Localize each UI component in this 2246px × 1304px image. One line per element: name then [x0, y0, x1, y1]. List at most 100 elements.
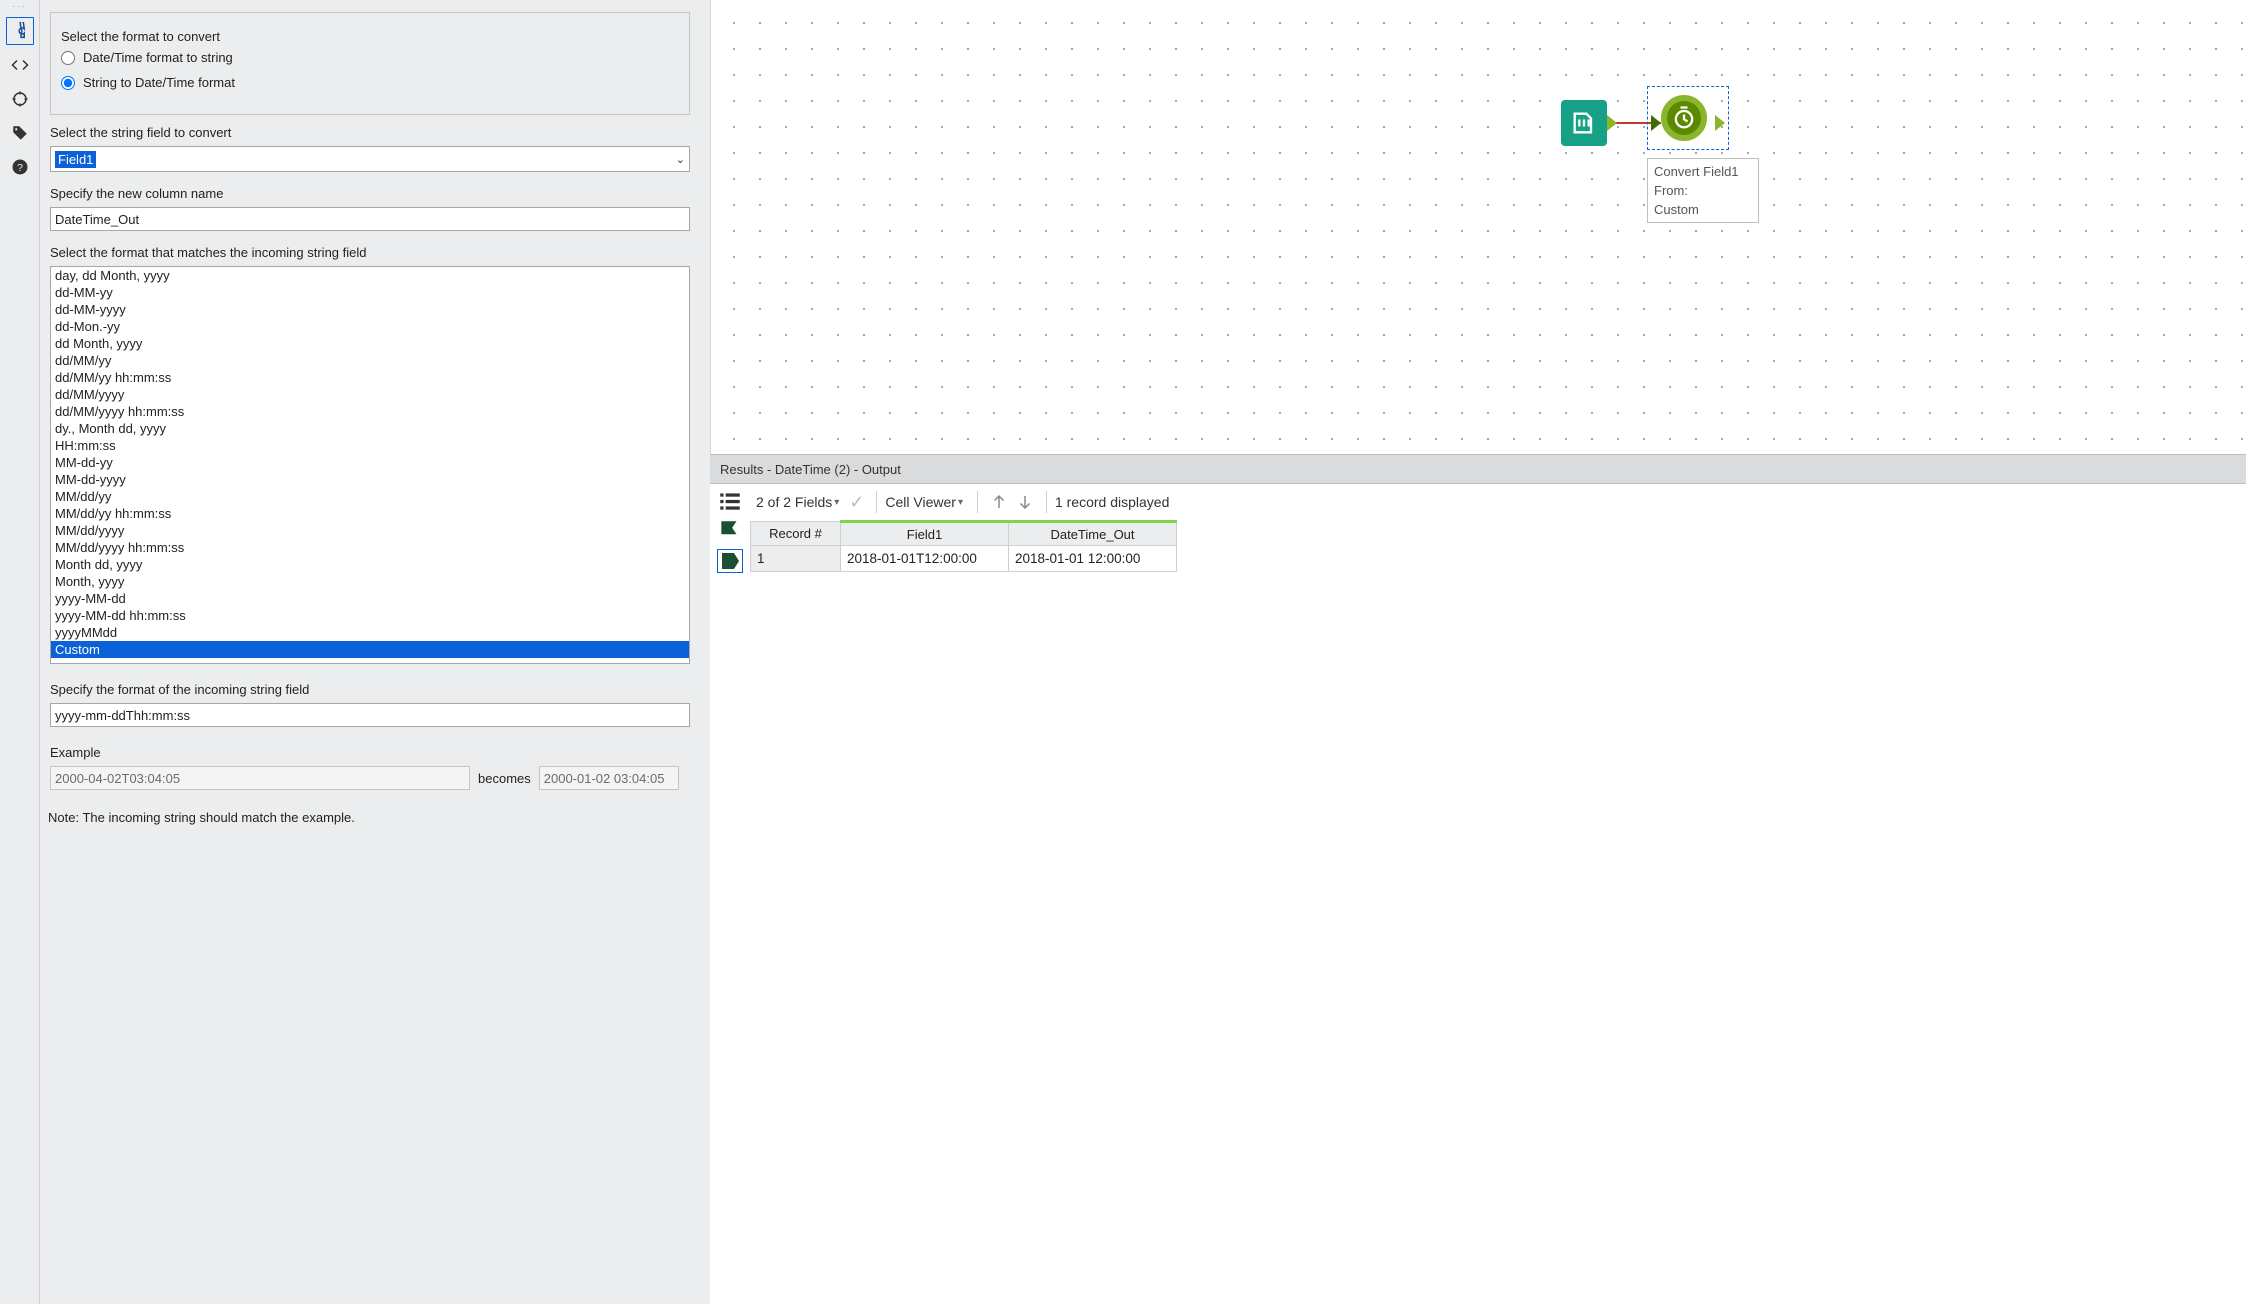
config-sidebar: ··· ? — [0, 0, 40, 1304]
root-layout: ··· ? Select the format to convert — [0, 0, 2246, 1304]
format-option[interactable]: dd/MM/yy hh:mm:ss — [51, 369, 689, 386]
example-input-value: 2000-04-02T03:04:05 — [55, 771, 180, 786]
field-label: Select the string field to convert — [50, 125, 690, 140]
format-option[interactable]: dd/MM/yyyy hh:mm:ss — [51, 403, 689, 420]
tag-icon[interactable] — [6, 119, 34, 147]
sort-desc-icon[interactable] — [1014, 491, 1036, 513]
field-dropdown-value: Field1 — [55, 151, 96, 168]
radio-dt-to-str-label: Date/Time format to string — [83, 50, 233, 65]
results-grid: 2 of 2 Fields ▾ ✓ Cell Viewer ▾ 1 record… — [750, 484, 2246, 1304]
newcol-value: DateTime_Out — [55, 212, 139, 227]
formats-listbox[interactable]: day, dd Month, yyyydd-MM-yydd-MM-yyyydd-… — [50, 266, 690, 664]
format-option[interactable]: MM-dd-yyyy — [51, 471, 689, 488]
results-sidebar — [710, 484, 750, 1304]
note-row: ✓ Note: The incoming string should match… — [50, 808, 690, 826]
becomes-label: becomes — [478, 771, 531, 786]
column-header-field1[interactable]: Field1 — [841, 522, 1009, 546]
direction-label: Select the format to convert — [61, 29, 679, 44]
direction-fieldset: Select the format to convert Date/Time f… — [50, 12, 690, 115]
format-option[interactable]: day, dd Month, yyyy — [51, 267, 689, 284]
chevron-down-icon[interactable]: ▾ — [834, 497, 839, 508]
output-anchor-icon — [1715, 115, 1725, 131]
custom-format-value: yyyy-mm-ddThh:mm:ss — [55, 708, 190, 723]
column-header-record[interactable]: Record # — [751, 522, 841, 546]
datetime-tool-node[interactable] — [1661, 95, 1707, 141]
radio-dt-to-str-input[interactable] — [61, 51, 75, 65]
checkmark-icon: ✓ — [849, 492, 864, 513]
text-input-tool-node[interactable] — [1561, 100, 1607, 146]
radio-str-to-dt-input[interactable] — [61, 76, 75, 90]
column-header-datetimeout[interactable]: DateTime_Out — [1009, 522, 1177, 546]
node-label-line2: From: — [1654, 181, 1752, 200]
format-option[interactable]: dd/MM/yyyy — [51, 386, 689, 403]
grip-dots-icon: ··· — [13, 2, 27, 14]
cell-field1: 2018-01-01T12:00:00 — [841, 546, 1009, 572]
table-row[interactable]: 12018-01-01T12:00:002018-01-01 12:00:00 — [751, 546, 1177, 572]
input-anchor-icon — [1651, 115, 1661, 131]
example-input-box: 2000-04-02T03:04:05 — [50, 766, 470, 790]
svg-text:?: ? — [17, 162, 23, 174]
flag-icon[interactable] — [717, 519, 743, 543]
format-option[interactable]: Month, yyyy — [51, 573, 689, 590]
chevron-down-icon: ⌄ — [676, 153, 685, 166]
radio-str-to-dt[interactable]: String to Date/Time format — [61, 75, 679, 90]
format-option[interactable]: dd-Mon.-yy — [51, 318, 689, 335]
example-output-value: 2000-01-02 03:04:05 — [544, 771, 665, 786]
output-anchor-icon — [1607, 115, 1617, 131]
separator — [1046, 491, 1047, 513]
separator — [876, 491, 877, 513]
target-icon[interactable] — [6, 85, 34, 113]
format-option[interactable]: MM/dd/yy hh:mm:ss — [51, 505, 689, 522]
results-toolbar: 2 of 2 Fields ▾ ✓ Cell Viewer ▾ 1 record… — [750, 484, 2246, 520]
right-pane: Convert Field1 From: Custom Results - Da… — [710, 0, 2246, 1304]
custom-format-input[interactable]: yyyy-mm-ddThh:mm:ss — [50, 703, 690, 727]
chevron-down-icon[interactable]: ▾ — [958, 497, 963, 508]
format-option[interactable]: dd/MM/yy — [51, 352, 689, 369]
format-option[interactable]: MM/dd/yyyy hh:mm:ss — [51, 539, 689, 556]
note-text: Note: The incoming string should match t… — [48, 810, 355, 825]
node-label-line1: Convert Field1 — [1654, 162, 1752, 181]
datetime-node-label: Convert Field1 From: Custom — [1647, 158, 1759, 223]
newcol-label: Specify the new column name — [50, 186, 690, 201]
separator — [977, 491, 978, 513]
format-option[interactable]: MM/dd/yy — [51, 488, 689, 505]
field-dropdown[interactable]: Field1 ⌄ — [50, 146, 690, 172]
example-row: 2000-04-02T03:04:05 becomes 2000-01-02 0… — [50, 766, 690, 790]
format-option[interactable]: yyyy-MM-dd — [51, 590, 689, 607]
results-header-text: Results - DateTime (2) - Output — [720, 462, 901, 477]
example-label: Example — [50, 745, 690, 760]
format-option[interactable]: MM-dd-yy — [51, 454, 689, 471]
format-option[interactable]: dd-MM-yy — [51, 284, 689, 301]
format-option[interactable]: Month dd, yyyy — [51, 556, 689, 573]
custom-format-label: Specify the format of the incoming strin… — [50, 682, 690, 697]
results-body: 2 of 2 Fields ▾ ✓ Cell Viewer ▾ 1 record… — [710, 484, 2246, 1304]
config-panel: Select the format to convert Date/Time f… — [40, 0, 710, 1304]
format-option[interactable]: dd-MM-yyyy — [51, 301, 689, 318]
wrench-icon[interactable] — [6, 17, 34, 45]
format-option[interactable]: yyyy-MM-dd hh:mm:ss — [51, 607, 689, 624]
help-icon[interactable]: ? — [6, 153, 34, 181]
workflow-canvas[interactable]: Convert Field1 From: Custom — [710, 0, 2246, 454]
newcol-input[interactable]: DateTime_Out — [50, 207, 690, 231]
cell-datetimeout: 2018-01-01 12:00:00 — [1009, 546, 1177, 572]
radio-str-to-dt-label: String to Date/Time format — [83, 75, 235, 90]
cell-viewer-button[interactable]: Cell Viewer — [885, 494, 956, 510]
example-output-box: 2000-01-02 03:04:05 — [539, 766, 679, 790]
radio-dt-to-str[interactable]: Date/Time format to string — [61, 50, 679, 65]
sort-asc-icon[interactable] — [988, 491, 1010, 513]
format-option[interactable]: dy., Month dd, yyyy — [51, 420, 689, 437]
fields-summary[interactable]: 2 of 2 Fields — [756, 494, 832, 510]
output-anchor-flag-icon[interactable] — [717, 549, 743, 573]
format-option[interactable]: yyyyMMdd — [51, 624, 689, 641]
records-summary: 1 record displayed — [1055, 494, 1169, 510]
cell-record: 1 — [751, 546, 841, 572]
format-option[interactable]: Custom — [51, 641, 689, 658]
formats-label: Select the format that matches the incom… — [50, 245, 690, 260]
format-option[interactable]: dd Month, yyyy — [51, 335, 689, 352]
format-option[interactable]: MM/dd/yyyy — [51, 522, 689, 539]
format-option[interactable]: HH:mm:ss — [51, 437, 689, 454]
results-table[interactable]: Record # Field1 DateTime_Out 12018-01-01… — [750, 520, 1177, 572]
results-header: Results - DateTime (2) - Output — [710, 454, 2246, 484]
code-icon[interactable] — [6, 51, 34, 79]
list-view-icon[interactable] — [717, 489, 743, 513]
